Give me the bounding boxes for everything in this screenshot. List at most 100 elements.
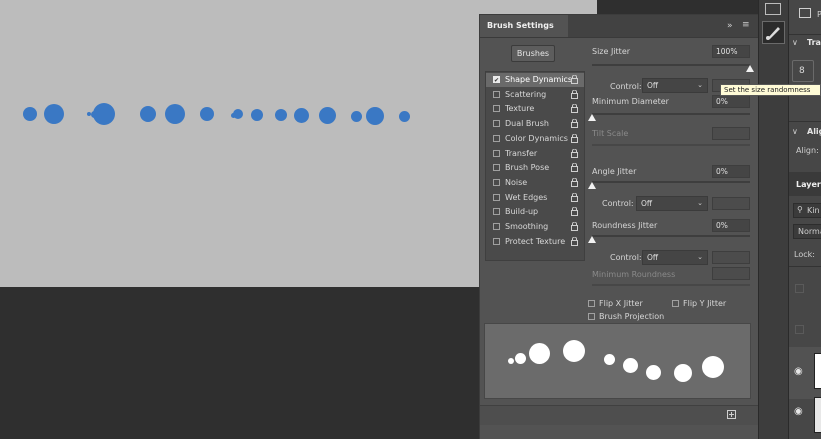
flip-y-jitter-checkbox[interactable] xyxy=(672,300,679,307)
size-control-dropdown[interactable]: Off ⌄ xyxy=(642,78,708,93)
brush-option-transfer[interactable]: Transfer xyxy=(486,147,584,161)
roundness-jitter-value[interactable]: 0% xyxy=(712,219,750,232)
minimum-diameter-track[interactable] xyxy=(592,113,750,115)
brush-projection-checkbox[interactable] xyxy=(588,313,595,320)
angle-control-amount-field[interactable] xyxy=(712,197,750,210)
layer-thumbnail[interactable] xyxy=(814,397,821,433)
size-jitter-tooltip: Set the size randomness xyxy=(720,84,821,96)
preview-dab xyxy=(563,340,585,362)
tilt-scale-field[interactable] xyxy=(712,127,750,140)
tilt-scale-track[interactable] xyxy=(592,144,750,146)
lock-icon[interactable] xyxy=(571,162,578,173)
link-icon[interactable]: 8 xyxy=(792,60,814,82)
lock-icon[interactable] xyxy=(571,133,578,143)
layer-visibility-placeholder[interactable] xyxy=(795,325,804,334)
option-checkbox[interactable] xyxy=(493,223,500,230)
collapse-icon[interactable]: » xyxy=(727,21,733,31)
preview-dab xyxy=(514,352,526,364)
option-checkbox[interactable] xyxy=(493,120,500,128)
brush-settings-icon[interactable] xyxy=(762,21,785,44)
collapse-icon[interactable]: ∨ xyxy=(792,38,798,47)
option-checkbox[interactable] xyxy=(493,178,500,186)
brush-option-dual-brush[interactable]: Dual Brush xyxy=(486,117,584,131)
option-checkbox[interactable] xyxy=(493,149,500,157)
roundness-jitter-slider-thumb[interactable] xyxy=(588,236,596,243)
canvas-top-strip xyxy=(479,0,597,14)
brush-dab xyxy=(350,110,362,122)
image-icon[interactable] xyxy=(799,8,811,18)
option-checkbox[interactable] xyxy=(493,237,500,245)
tilt-scale-label: Tilt Scale xyxy=(592,129,629,138)
layer-thumbnail[interactable] xyxy=(814,353,821,389)
brush-option-noise[interactable]: Noise xyxy=(486,176,584,190)
option-label: Build-up xyxy=(505,207,539,217)
tab-brush-settings[interactable]: Brush Settings xyxy=(480,15,568,37)
brush-dab xyxy=(200,107,214,121)
brush-option-color-dynamics[interactable]: Color Dynamics xyxy=(486,132,584,146)
lock-icon[interactable] xyxy=(571,103,578,114)
size-jitter-track[interactable] xyxy=(592,64,750,66)
brush-dab xyxy=(233,109,243,119)
lock-icon[interactable] xyxy=(571,118,578,129)
option-checkbox[interactable] xyxy=(493,193,500,201)
angle-control-dropdown[interactable]: Off ⌄ xyxy=(636,196,708,211)
angle-jitter-slider-thumb[interactable] xyxy=(588,182,596,189)
layer-kind-filter[interactable]: ⚲ Kin xyxy=(793,203,821,218)
lock-icon[interactable] xyxy=(571,74,578,84)
minimum-roundness-field[interactable] xyxy=(712,267,750,280)
properties-icon[interactable] xyxy=(765,3,781,15)
size-jitter-value[interactable]: 100% xyxy=(712,45,750,58)
panel-menu-icon[interactable]: ≡ xyxy=(742,20,750,30)
brush-option-texture[interactable]: Texture xyxy=(486,102,584,116)
lock-icon[interactable] xyxy=(571,192,578,202)
option-checkbox[interactable] xyxy=(493,74,500,88)
brush-option-scattering[interactable]: Scattering xyxy=(486,88,584,102)
lock-icon[interactable] xyxy=(571,236,578,246)
option-checkbox[interactable] xyxy=(493,90,500,98)
option-checkbox[interactable] xyxy=(493,134,500,142)
option-checkbox[interactable] xyxy=(493,105,500,113)
roundness-jitter-track[interactable] xyxy=(592,235,750,237)
lock-icon[interactable] xyxy=(571,206,578,217)
layer-kind-label: Kin xyxy=(807,206,820,215)
preview-dab xyxy=(702,356,724,378)
blend-mode-dropdown[interactable]: Norma xyxy=(793,224,821,239)
brush-option-brush-pose[interactable]: Brush Pose xyxy=(486,161,584,175)
eye-icon[interactable]: ◉ xyxy=(794,406,803,417)
lock-icon[interactable] xyxy=(571,148,578,158)
minimum-diameter-value[interactable]: 0% xyxy=(712,95,750,108)
brush-option-protect-texture[interactable]: Protect Texture xyxy=(486,235,584,249)
brush-option-wet-edges[interactable]: Wet Edges xyxy=(486,191,584,205)
brush-option-shape-dynamics[interactable]: Shape Dynamics xyxy=(486,73,584,88)
lock-icon[interactable] xyxy=(571,89,578,99)
eye-icon[interactable]: ◉ xyxy=(794,366,803,377)
option-label: Smoothing xyxy=(505,222,549,231)
layer-visibility-placeholder[interactable] xyxy=(795,284,804,293)
brushes-button[interactable]: Brushes xyxy=(511,45,555,62)
flip-x-jitter-checkbox[interactable] xyxy=(588,300,595,307)
option-label: Noise xyxy=(505,177,528,187)
tab-layers[interactable]: Layers xyxy=(796,180,821,189)
minimum-diameter-slider-thumb[interactable] xyxy=(588,114,596,121)
option-label: Dual Brush xyxy=(505,119,549,129)
roundness-control-dropdown[interactable]: Off ⌄ xyxy=(642,250,708,265)
collapse-icon[interactable]: ∨ xyxy=(792,127,798,136)
roundness-control-amount-field[interactable] xyxy=(712,251,750,264)
lock-icon[interactable] xyxy=(571,221,578,231)
brush-option-smoothing[interactable]: Smoothing xyxy=(486,220,584,234)
option-checkbox[interactable] xyxy=(493,164,500,172)
minimum-roundness-track[interactable] xyxy=(592,284,750,286)
lock-icon[interactable] xyxy=(571,177,578,187)
size-control-label: Control: xyxy=(610,82,642,91)
document-canvas[interactable] xyxy=(0,0,479,287)
preview-dab xyxy=(508,358,514,364)
angle-jitter-track[interactable] xyxy=(592,181,750,183)
size-jitter-label: Size Jitter xyxy=(592,47,631,56)
size-jitter-slider-thumb[interactable] xyxy=(746,65,754,72)
flip-x-jitter-label: Flip X Jitter xyxy=(599,299,643,308)
angle-jitter-value[interactable]: 0% xyxy=(712,165,750,178)
brush-option-build-up[interactable]: Build-up xyxy=(486,205,584,219)
brush-dab xyxy=(366,107,384,125)
option-checkbox[interactable] xyxy=(493,208,500,216)
create-new-brush-icon[interactable] xyxy=(727,410,736,419)
